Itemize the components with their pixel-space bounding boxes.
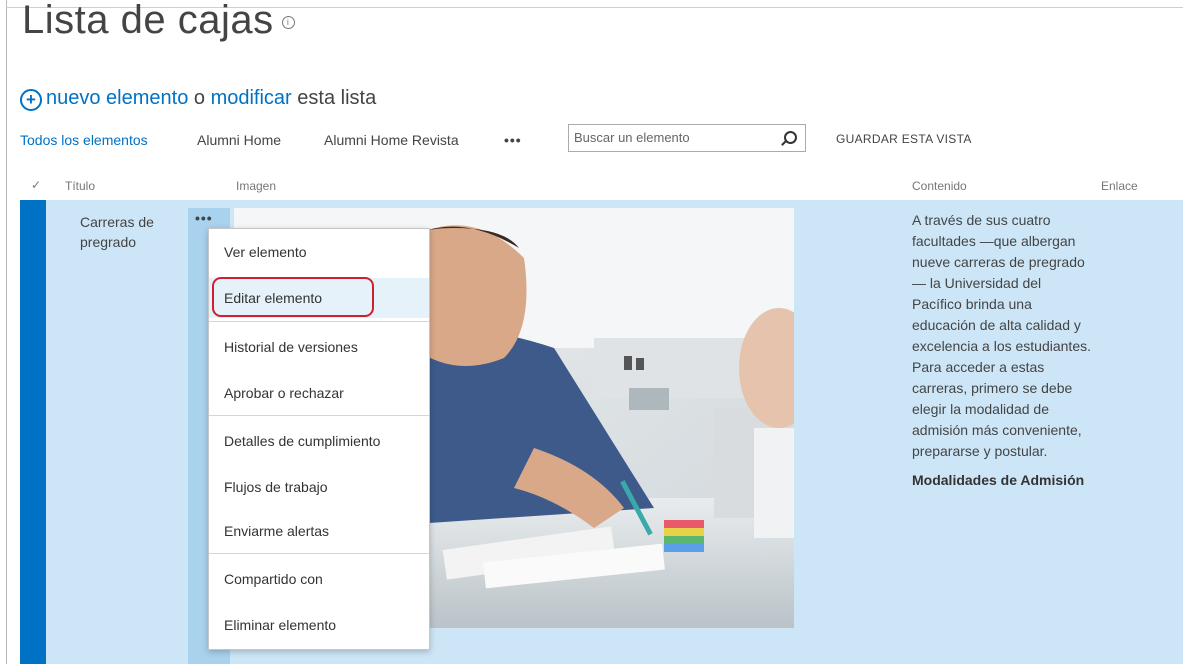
content-paragraph: A través de sus cuatro facultades —que a… xyxy=(912,212,1091,459)
column-header-contenido[interactable]: Contenido xyxy=(912,179,967,193)
column-headers: ✓ Título Imagen Contenido Enlace xyxy=(0,172,1183,200)
menu-item-historial-versiones[interactable]: Historial de versiones xyxy=(209,327,429,367)
menu-separator xyxy=(209,415,429,416)
menu-item-detalles-cumplimiento[interactable]: Detalles de cumplimiento xyxy=(209,421,429,461)
menu-item-flujos-trabajo[interactable]: Flujos de trabajo xyxy=(209,467,429,507)
content-heading: Modalidades de Admisión xyxy=(912,472,1085,488)
edit-list-link[interactable]: modificar xyxy=(211,87,292,109)
menu-item-enviarme-alertas[interactable]: Enviarme alertas xyxy=(209,511,429,551)
ellipsis-icon[interactable]: ••• xyxy=(195,210,213,226)
row-selection-bar[interactable] xyxy=(20,200,46,664)
search-input[interactable]: Buscar un elemento xyxy=(568,124,806,152)
search-icon[interactable] xyxy=(784,131,797,144)
view-alumni-home[interactable]: Alumni Home xyxy=(197,128,281,152)
new-item-link[interactable]: nuevo elemento xyxy=(46,87,188,109)
new-item-connector: o xyxy=(188,87,211,109)
window-frame-left xyxy=(6,0,7,664)
view-alumni-home-revista[interactable]: Alumni Home Revista xyxy=(324,128,459,152)
view-selector: Todos los elementos Alumni Home Alumni H… xyxy=(20,128,560,152)
plus-circle-icon[interactable]: + xyxy=(20,89,42,111)
menu-item-ver-elemento[interactable]: Ver elemento xyxy=(209,232,429,272)
highlight-annotation xyxy=(212,277,374,317)
view-all-items[interactable]: Todos los elementos xyxy=(20,128,148,152)
menu-separator xyxy=(209,321,429,322)
new-item-bar: + nuevo elemento o modificar esta lista xyxy=(20,84,376,112)
checkmark-icon[interactable]: ✓ xyxy=(31,178,41,192)
menu-item-compartido-con[interactable]: Compartido con xyxy=(209,559,429,599)
page-title-text: Lista de cajas xyxy=(22,0,274,42)
more-views-button[interactable]: ••• xyxy=(504,128,522,152)
menu-item-aprobar-rechazar[interactable]: Aprobar o rechazar xyxy=(209,373,429,413)
info-circle-icon[interactable]: i xyxy=(281,16,295,29)
column-header-imagen[interactable]: Imagen xyxy=(236,179,276,193)
row-title[interactable]: Carreras de pregrado xyxy=(80,212,190,252)
column-header-titulo[interactable]: Título xyxy=(65,179,95,193)
column-header-enlace[interactable]: Enlace xyxy=(1101,179,1138,193)
menu-separator xyxy=(209,553,429,554)
new-item-suffix: esta lista xyxy=(291,87,377,109)
page-title: Lista de cajas i xyxy=(22,0,295,48)
row-content: A través de sus cuatro facultades —que a… xyxy=(912,210,1092,491)
save-view-link[interactable]: GUARDAR ESTA VISTA xyxy=(836,132,972,146)
menu-item-eliminar-elemento[interactable]: Eliminar elemento xyxy=(209,605,429,645)
search-placeholder: Buscar un elemento xyxy=(574,130,690,145)
